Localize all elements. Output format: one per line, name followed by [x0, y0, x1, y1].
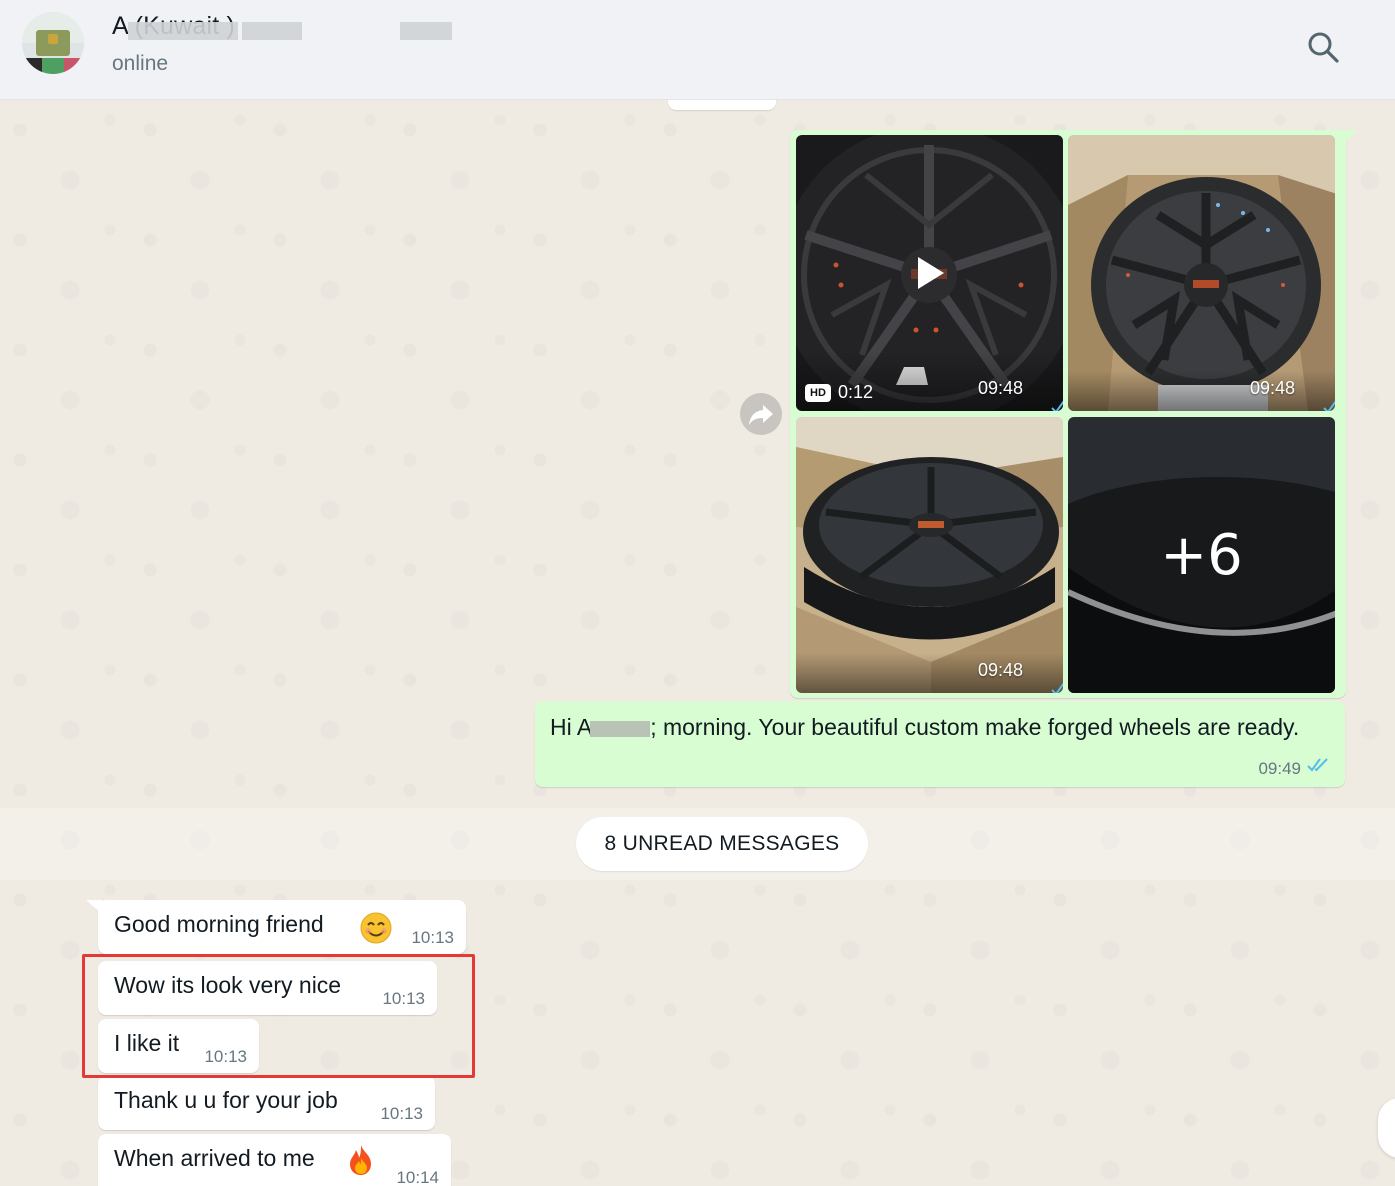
incoming-message[interactable]: When arrived to me 10:14	[98, 1134, 451, 1186]
message-text: Thank u u for your job	[114, 1087, 338, 1113]
message-time: 10:14	[396, 1168, 439, 1186]
video-duration: 0:12	[838, 382, 874, 402]
message-time: 10:13	[204, 1047, 247, 1066]
contact-status: online	[112, 52, 169, 75]
message-text: I like it	[114, 1030, 180, 1056]
media-tile-video[interactable]: HD 0:12 09:48	[796, 135, 1063, 411]
message-time: 10:13	[411, 928, 454, 947]
message-time: 09:49	[1258, 759, 1301, 778]
redaction-blur	[242, 22, 302, 40]
message-time: 09:48	[1249, 378, 1295, 398]
redaction-blur	[128, 22, 238, 40]
fire-emoji-icon	[347, 1144, 375, 1180]
message-text: Wow its look very nice	[114, 972, 342, 998]
redaction-blur	[400, 22, 452, 40]
unread-messages-label: 8 UNREAD MESSAGES	[576, 817, 868, 871]
search-icon[interactable]	[1303, 28, 1343, 68]
redaction-blur	[590, 720, 651, 737]
message-text: When arrived to me	[114, 1145, 315, 1171]
more-media-count: +6	[1068, 417, 1335, 693]
message-time: 10:13	[380, 1104, 423, 1123]
message-time: 10:13	[382, 989, 425, 1008]
message-text: Hi A; morning. Your beautiful custom mak…	[550, 714, 1300, 740]
incoming-message[interactable]: Thank u u for your job 10:13	[98, 1076, 435, 1130]
message-time: 09:48	[977, 378, 1023, 398]
read-ticks-icon	[1307, 757, 1333, 777]
media-tile-photo[interactable]: 09:48	[1068, 135, 1335, 411]
incoming-message[interactable]: I like it 10:13	[98, 1019, 259, 1073]
media-tile-more[interactable]: +6	[1068, 417, 1335, 693]
message-text: Good morning friend	[114, 911, 324, 937]
incoming-message[interactable]: Wow its look very nice 10:13	[98, 961, 437, 1015]
avatar[interactable]	[22, 12, 84, 74]
message-time: 09:48	[977, 660, 1023, 680]
hd-badge: HD	[805, 384, 831, 402]
forward-icon[interactable]	[740, 393, 782, 435]
smiling-face-emoji-icon	[360, 912, 392, 948]
outgoing-message[interactable]: Hi A; morning. Your beautiful custom mak…	[535, 701, 1345, 787]
media-tile-photo[interactable]: 09:48	[796, 417, 1063, 693]
chat-header[interactable]: A (Kuwait ) online	[0, 0, 1395, 100]
incoming-message[interactable]: Good morning friend 10:13	[98, 900, 466, 954]
